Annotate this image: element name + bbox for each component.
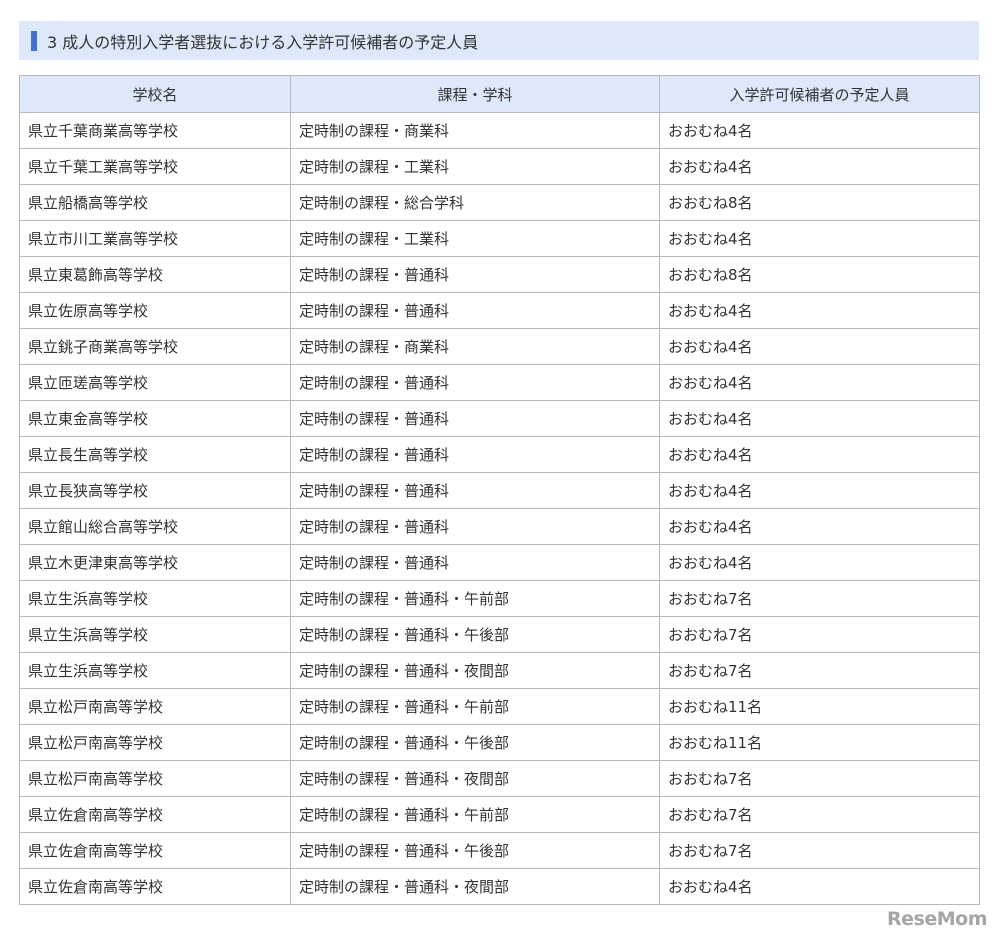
school-name-cell: 県立市川工業高等学校	[19, 220, 291, 257]
course-cell: 定時制の課程・総合学科	[290, 184, 660, 221]
table-row: 県立匝瑳高等学校 定時制の課程・普通科 おおむね4名	[19, 364, 980, 401]
course-cell: 定時制の課程・普通科	[290, 364, 660, 401]
school-name-cell: 県立長生高等学校	[19, 436, 291, 473]
capacity-cell: おおむね4名	[659, 292, 980, 329]
capacity-cell: おおむね11名	[659, 688, 980, 725]
school-name-cell: 県立東葛飾高等学校	[19, 256, 291, 293]
capacity-cell: おおむね4名	[659, 868, 980, 905]
course-cell: 定時制の課程・普通科・午前部	[290, 580, 660, 617]
table-header-row: 学校名 課程・学科 入学許可候補者の予定人員	[19, 75, 980, 113]
capacity-cell: おおむね4名	[659, 544, 980, 581]
school-name-cell: 県立佐倉南高等学校	[19, 832, 291, 869]
table-row: 県立松戸南高等学校 定時制の課程・普通科・夜間部 おおむね7名	[19, 760, 980, 797]
course-cell: 定時制の課程・普通科・夜間部	[290, 652, 660, 689]
column-header-course: 課程・学科	[290, 75, 660, 113]
course-cell: 定時制の課程・普通科	[290, 292, 660, 329]
course-cell: 定時制の課程・普通科・午後部	[290, 724, 660, 761]
capacity-cell: おおむね11名	[659, 724, 980, 761]
capacity-cell: おおむね4名	[659, 112, 980, 149]
column-header-capacity: 入学許可候補者の予定人員	[659, 75, 980, 113]
table-row: 県立生浜高等学校 定時制の課程・普通科・夜間部 おおむね7名	[19, 652, 980, 689]
table-row: 県立佐倉南高等学校 定時制の課程・普通科・夜間部 おおむね4名	[19, 868, 980, 905]
table-row: 県立松戸南高等学校 定時制の課程・普通科・午前部 おおむね11名	[19, 688, 980, 725]
school-name-cell: 県立銚子商業高等学校	[19, 328, 291, 365]
admissions-table: 学校名 課程・学科 入学許可候補者の予定人員 県立千葉商業高等学校 定時制の課程・…	[19, 75, 980, 905]
course-cell: 定時制の課程・商業科	[290, 112, 660, 149]
course-cell: 定時制の課程・普通科	[290, 544, 660, 581]
course-cell: 定時制の課程・普通科・午後部	[290, 832, 660, 869]
capacity-cell: おおむね4名	[659, 220, 980, 257]
section-heading: 3 成人の特別入学者選抜における入学許可候補者の予定人員	[19, 21, 979, 60]
school-name-cell: 県立松戸南高等学校	[19, 760, 291, 797]
capacity-cell: おおむね4名	[659, 508, 980, 545]
table-row: 県立松戸南高等学校 定時制の課程・普通科・午後部 おおむね11名	[19, 724, 980, 761]
capacity-cell: おおむね7名	[659, 760, 980, 797]
table-row: 県立佐倉南高等学校 定時制の課程・普通科・午前部 おおむね7名	[19, 796, 980, 833]
capacity-cell: おおむね4名	[659, 436, 980, 473]
course-cell: 定時制の課程・普通科・夜間部	[290, 868, 660, 905]
school-name-cell: 県立生浜高等学校	[19, 580, 291, 617]
course-cell: 定時制の課程・普通科	[290, 508, 660, 545]
table-row: 県立東葛飾高等学校 定時制の課程・普通科 おおむね8名	[19, 256, 980, 293]
school-name-cell: 県立船橋高等学校	[19, 184, 291, 221]
capacity-cell: おおむね7名	[659, 616, 980, 653]
table-row: 県立佐原高等学校 定時制の課程・普通科 おおむね4名	[19, 292, 980, 329]
capacity-cell: おおむね8名	[659, 184, 980, 221]
capacity-cell: おおむね4名	[659, 328, 980, 365]
resemom-logo: ReseMom	[887, 908, 987, 930]
school-name-cell: 県立匝瑳高等学校	[19, 364, 291, 401]
course-cell: 定時制の課程・普通科	[290, 400, 660, 437]
heading-accent-bar	[31, 30, 37, 51]
school-name-cell: 県立館山総合高等学校	[19, 508, 291, 545]
column-header-school: 学校名	[19, 75, 291, 113]
course-cell: 定時制の課程・工業科	[290, 220, 660, 257]
capacity-cell: おおむね7名	[659, 652, 980, 689]
table-row: 県立長狭高等学校 定時制の課程・普通科 おおむね4名	[19, 472, 980, 509]
school-name-cell: 県立長狭高等学校	[19, 472, 291, 509]
section-title: 3 成人の特別入学者選抜における入学許可候補者の予定人員	[47, 32, 479, 52]
course-cell: 定時制の課程・商業科	[290, 328, 660, 365]
capacity-cell: おおむね4名	[659, 148, 980, 185]
capacity-cell: おおむね7名	[659, 796, 980, 833]
school-name-cell: 県立千葉工業高等学校	[19, 148, 291, 185]
table-row: 県立木更津東高等学校 定時制の課程・普通科 おおむね4名	[19, 544, 980, 581]
school-name-cell: 県立佐倉南高等学校	[19, 796, 291, 833]
table-row: 県立館山総合高等学校 定時制の課程・普通科 おおむね4名	[19, 508, 980, 545]
course-cell: 定時制の課程・普通科・夜間部	[290, 760, 660, 797]
table-body: 県立千葉商業高等学校 定時制の課程・商業科 おおむね4名 県立千葉工業高等学校 定時制の…	[19, 112, 980, 905]
school-name-cell: 県立松戸南高等学校	[19, 724, 291, 761]
capacity-cell: おおむね4名	[659, 400, 980, 437]
table-row: 県立東金高等学校 定時制の課程・普通科 おおむね4名	[19, 400, 980, 437]
school-name-cell: 県立生浜高等学校	[19, 616, 291, 653]
school-name-cell: 県立生浜高等学校	[19, 652, 291, 689]
course-cell: 定時制の課程・普通科・午前部	[290, 796, 660, 833]
table-row: 県立生浜高等学校 定時制の課程・普通科・午前部 おおむね7名	[19, 580, 980, 617]
course-cell: 定時制の課程・普通科	[290, 256, 660, 293]
table-row: 県立生浜高等学校 定時制の課程・普通科・午後部 おおむね7名	[19, 616, 980, 653]
school-name-cell: 県立佐倉南高等学校	[19, 868, 291, 905]
capacity-cell: おおむね7名	[659, 832, 980, 869]
capacity-cell: おおむね4名	[659, 472, 980, 509]
table-row: 県立佐倉南高等学校 定時制の課程・普通科・午後部 おおむね7名	[19, 832, 980, 869]
course-cell: 定時制の課程・普通科・午前部	[290, 688, 660, 725]
capacity-cell: おおむね8名	[659, 256, 980, 293]
table-row: 県立銚子商業高等学校 定時制の課程・商業科 おおむね4名	[19, 328, 980, 365]
school-name-cell: 県立佐原高等学校	[19, 292, 291, 329]
course-cell: 定時制の課程・普通科・午後部	[290, 616, 660, 653]
table-row: 県立船橋高等学校 定時制の課程・総合学科 おおむね8名	[19, 184, 980, 221]
capacity-cell: おおむね4名	[659, 364, 980, 401]
school-name-cell: 県立千葉商業高等学校	[19, 112, 291, 149]
table-row: 県立長生高等学校 定時制の課程・普通科 おおむね4名	[19, 436, 980, 473]
school-name-cell: 県立東金高等学校	[19, 400, 291, 437]
capacity-cell: おおむね7名	[659, 580, 980, 617]
table-row: 県立市川工業高等学校 定時制の課程・工業科 おおむね4名	[19, 220, 980, 257]
course-cell: 定時制の課程・普通科	[290, 472, 660, 509]
table-row: 県立千葉商業高等学校 定時制の課程・商業科 おおむね4名	[19, 112, 980, 149]
school-name-cell: 県立松戸南高等学校	[19, 688, 291, 725]
table-row: 県立千葉工業高等学校 定時制の課程・工業科 おおむね4名	[19, 148, 980, 185]
course-cell: 定時制の課程・普通科	[290, 436, 660, 473]
course-cell: 定時制の課程・工業科	[290, 148, 660, 185]
school-name-cell: 県立木更津東高等学校	[19, 544, 291, 581]
